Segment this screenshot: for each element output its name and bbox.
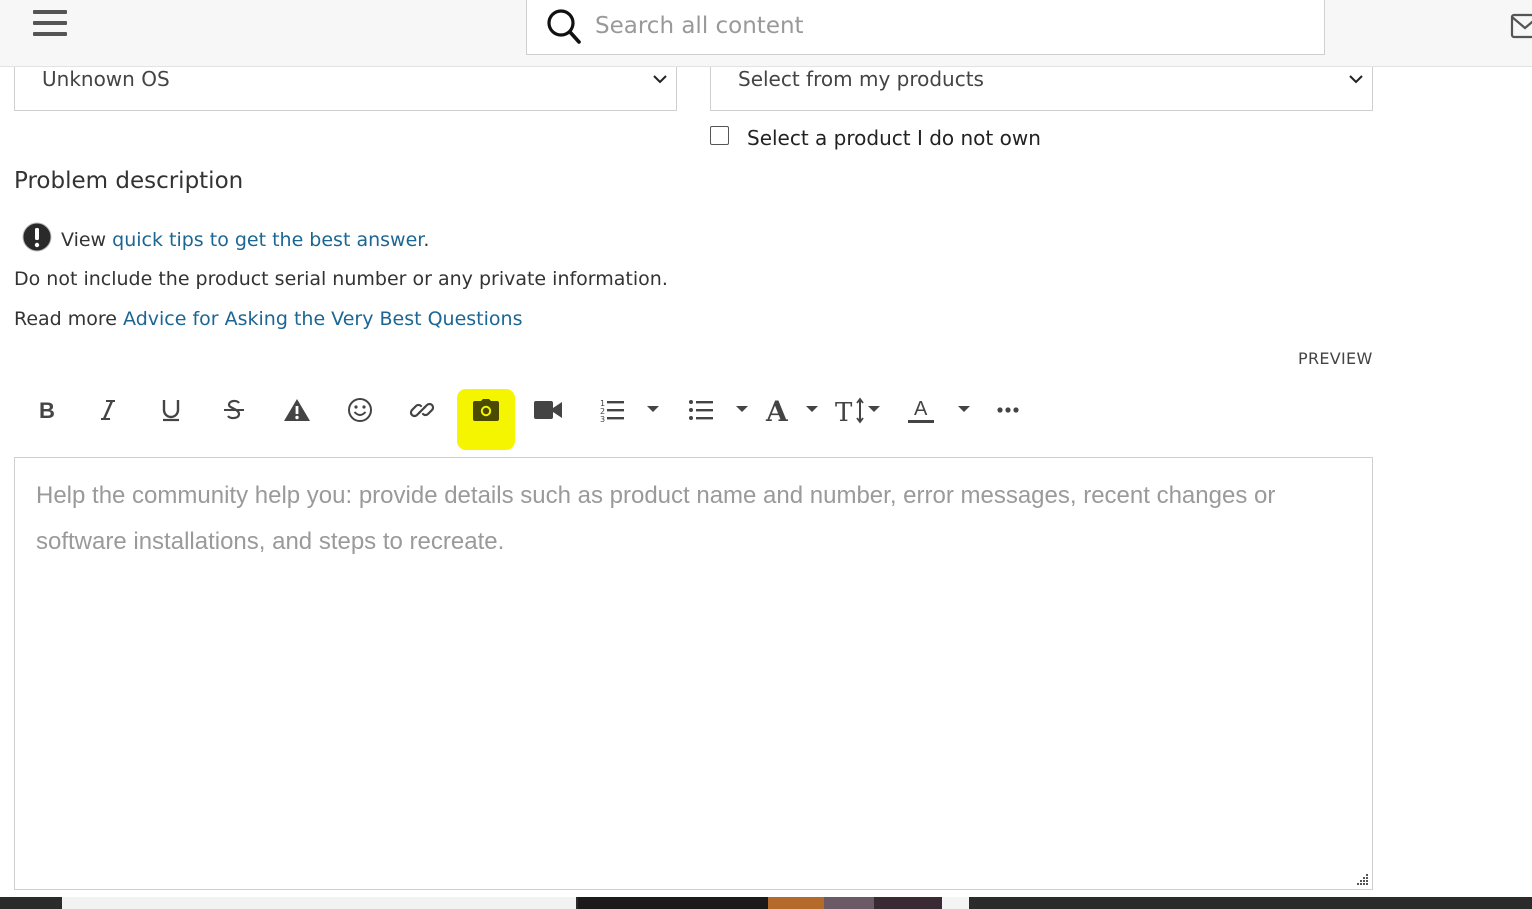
chevron-down-icon[interactable] — [867, 405, 881, 413]
video-icon — [534, 401, 562, 419]
message-editor[interactable]: Help the community help you: provide det… — [14, 457, 1373, 890]
strikethrough-button[interactable] — [218, 390, 250, 430]
emoji-button[interactable] — [344, 390, 376, 430]
warning-icon — [284, 399, 310, 421]
editor-placeholder: Help the community help you: provide det… — [36, 482, 1276, 555]
taskbar-thumbnail — [824, 897, 874, 909]
chevron-down-icon — [653, 75, 667, 84]
menu-icon[interactable] — [33, 10, 67, 40]
bulleted-list-icon — [689, 400, 713, 420]
underline-icon — [162, 400, 180, 422]
font-size-icon: T — [835, 397, 864, 424]
chevron-down-icon[interactable] — [646, 405, 660, 413]
text-color-button[interactable]: A — [904, 390, 938, 430]
insert-video-button[interactable] — [532, 390, 564, 430]
quick-tips-link[interactable]: quick tips to get the best answer — [112, 229, 423, 251]
taskbar-strip — [0, 897, 1532, 909]
search-input[interactable] — [593, 8, 1297, 44]
more-icon — [997, 407, 1019, 413]
alert-icon — [22, 222, 52, 252]
not-own-checkbox[interactable] — [710, 126, 729, 145]
os-select[interactable]: Unknown OS — [14, 65, 677, 111]
font-size-button[interactable]: T — [834, 390, 870, 430]
link-icon — [409, 402, 435, 418]
chevron-down-icon[interactable] — [957, 405, 971, 413]
font-family-button[interactable]: A — [762, 390, 794, 430]
font-family-icon: A — [765, 396, 789, 424]
product-select[interactable]: Select from my products — [710, 65, 1373, 111]
chevron-down-icon — [1349, 75, 1363, 84]
taskbar-thumbnail — [578, 897, 768, 909]
bold-button[interactable]: B — [30, 390, 62, 430]
underline-button[interactable] — [155, 390, 187, 430]
resize-grip-icon[interactable] — [1355, 872, 1369, 886]
emoji-icon — [348, 398, 372, 422]
taskbar-thumbnail — [768, 897, 824, 909]
read-more-line: Read more Advice for Asking the Very Bes… — [14, 308, 522, 330]
numbered-list-icon: 1 2 3 — [600, 399, 624, 423]
insert-photo-button[interactable] — [470, 390, 502, 430]
bold-icon: B — [39, 398, 55, 422]
svg-text:3: 3 — [600, 415, 605, 423]
section-title: Problem description — [14, 168, 244, 194]
svg-text:T: T — [835, 398, 853, 424]
tip-line: View quick tips to get the best answer. — [61, 229, 429, 251]
taskbar-search-area[interactable] — [62, 897, 576, 909]
tip-suffix: . — [423, 229, 430, 251]
tip-prefix: View — [61, 229, 113, 251]
top-header — [0, 0, 1532, 67]
svg-text:B: B — [39, 398, 55, 422]
product-select-value: Select from my products — [738, 67, 984, 91]
read-more-prefix: Read more — [14, 308, 124, 330]
os-select-value: Unknown OS — [42, 67, 170, 91]
chevron-down-icon[interactable] — [805, 405, 819, 413]
italic-button[interactable] — [92, 390, 124, 430]
strikethrough-icon — [224, 399, 244, 420]
advice-link[interactable]: Advice for Asking the Very Best Question… — [123, 308, 522, 330]
link-button[interactable] — [406, 390, 438, 430]
text-color-icon: A — [908, 398, 934, 423]
not-own-label: Select a product I do not own — [747, 126, 1041, 150]
taskbar-thumbnail — [874, 897, 942, 909]
search-box[interactable] — [526, 0, 1325, 55]
chevron-down-icon[interactable] — [735, 405, 749, 413]
spoiler-button[interactable] — [281, 390, 313, 430]
more-button[interactable] — [992, 390, 1024, 430]
bulleted-list-button[interactable] — [685, 390, 717, 430]
svg-text:A: A — [914, 398, 928, 420]
numbered-list-button[interactable]: 1 2 3 — [596, 390, 628, 430]
preview-button[interactable]: PREVIEW — [1298, 349, 1373, 368]
italic-icon — [101, 400, 115, 420]
mail-icon[interactable] — [1510, 12, 1532, 40]
privacy-note: Do not include the product serial number… — [14, 268, 668, 290]
camera-icon — [473, 399, 499, 421]
taskbar-thumbnail — [942, 897, 969, 909]
search-icon — [547, 9, 581, 44]
svg-text:A: A — [765, 396, 789, 424]
